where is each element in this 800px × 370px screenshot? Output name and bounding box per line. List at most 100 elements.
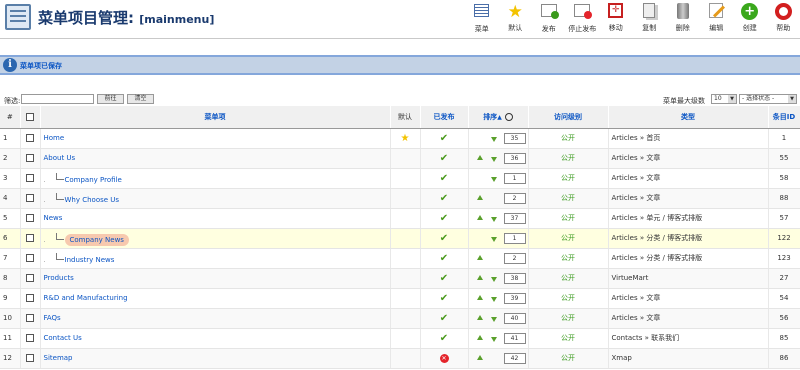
move-up-icon[interactable] [476,154,483,160]
table-row[interactable]: 7. Industry News ✔ 2 公开 Articles » 分类 / 博客式排版… [0,248,800,269]
table-row[interactable]: 9 R&D and Manufacturing ✔ 39 公开 Articles » 文章… [0,288,800,309]
move-up-icon[interactable] [476,214,483,220]
max-levels-select[interactable]: 10 ▼ [711,94,737,104]
move-down-icon[interactable] [490,176,497,182]
default-button[interactable]: ★ 默认 [499,2,533,36]
menu-item-link[interactable]: Sitemap [44,354,73,362]
row-checkbox[interactable] [20,328,41,349]
order-input[interactable]: 2 [503,192,526,204]
row-checkbox[interactable] [20,188,41,209]
row-access[interactable]: 公开 [528,228,609,249]
order-input[interactable]: 2 [503,252,526,264]
col-access[interactable]: 访问级别 [528,106,609,129]
state-select[interactable]: - 选择状态 - ▼ [739,94,797,104]
move-down-icon[interactable] [490,136,497,142]
published-check-icon[interactable]: ✔ [440,293,448,304]
order-input[interactable]: 39 [503,292,526,304]
published-check-icon[interactable]: ✔ [440,173,448,184]
row-checkbox[interactable] [20,288,41,309]
published-check-icon[interactable]: ✔ [440,313,448,324]
order-input[interactable]: 38 [503,272,526,284]
table-row[interactable]: 8 Products ✔ 38 公开 VirtueMart 27 [0,268,800,289]
publish-button[interactable]: 发布 [532,2,566,36]
move-button[interactable]: ✛ 移动 [599,2,633,36]
row-checkbox[interactable] [20,168,41,189]
order-input[interactable]: 41 [503,332,526,344]
row-access[interactable]: 公开 [528,308,609,329]
published-check-icon[interactable]: ✔ [440,273,448,284]
row-access[interactable]: 公开 [528,188,609,209]
move-up-icon[interactable] [476,274,483,280]
col-published[interactable]: 已发布 [420,106,469,129]
row-access[interactable]: 公开 [528,168,609,189]
row-checkbox[interactable] [20,228,41,249]
table-row[interactable]: 11 Contact Us ✔ 41 公开 Contacts » 联系我们 85 [0,328,800,349]
move-down-icon[interactable] [490,316,497,322]
col-order[interactable]: 排序▲ [468,106,529,129]
published-check-icon[interactable]: ✔ [440,333,448,344]
row-checkbox[interactable] [20,268,41,289]
copy-button[interactable]: 复制 [633,2,667,36]
published-check-icon[interactable]: ✔ [440,213,448,224]
menu-button[interactable]: 菜单 [465,2,499,36]
select-all-checkbox[interactable] [20,106,41,129]
table-row[interactable]: 6. Company News ✔ 1 公开 Articles » 分类 / 博客式排版 1… [0,228,800,249]
row-checkbox[interactable] [20,148,41,169]
menu-item-link[interactable]: Company Profile [65,176,122,184]
row-access[interactable]: 公开 [528,288,609,309]
move-down-icon[interactable] [490,296,497,302]
menu-item-link[interactable]: Products [44,274,74,282]
row-checkbox[interactable] [20,248,41,269]
move-up-icon[interactable] [476,254,483,260]
order-input[interactable]: 36 [503,152,526,164]
table-row[interactable]: 12 Sitemap ✕ 42 公开 Xmap 86 [0,348,800,369]
menu-item-link[interactable]: Why Choose Us [65,196,120,204]
table-row[interactable]: 5 News ✔ 37 公开 Articles » 单元 / 博客式排版 57 [0,208,800,229]
menu-item-link[interactable]: FAQs [44,314,61,322]
edit-button[interactable]: 编辑 [700,2,734,36]
table-row[interactable]: 3. Company Profile ✔ 1 公开 Articles » 文章 58 [0,168,800,189]
save-order-icon[interactable] [504,112,513,121]
menu-item-link[interactable]: Company News [64,233,129,246]
new-button[interactable]: + 创建 [733,2,767,36]
move-up-icon[interactable] [476,294,483,300]
row-checkbox[interactable] [20,128,41,149]
col-id[interactable]: 条目ID [768,106,800,129]
row-access[interactable]: 公开 [528,208,609,229]
unpublish-button[interactable]: 停止发布 [566,2,600,36]
menu-item-link[interactable]: Home [44,134,65,142]
move-down-icon[interactable] [490,276,497,282]
unpublished-x-icon[interactable]: ✕ [439,353,449,363]
table-row[interactable]: 10 FAQs ✔ 40 公开 Articles » 文章 56 [0,308,800,329]
move-down-icon[interactable] [490,236,497,242]
col-title[interactable]: 菜单项 [40,106,391,129]
move-up-icon[interactable] [476,314,483,320]
order-input[interactable]: 37 [503,212,526,224]
menu-item-link[interactable]: News [44,214,63,222]
move-up-icon[interactable] [476,194,483,200]
row-checkbox[interactable] [20,348,41,369]
order-input[interactable]: 42 [503,352,526,364]
order-input[interactable]: 40 [503,312,526,324]
row-checkbox[interactable] [20,308,41,329]
row-access[interactable]: 公开 [528,128,609,149]
table-row[interactable]: 4. Why Choose Us ✔ 2 公开 Articles » 文章 88 [0,188,800,209]
published-check-icon[interactable]: ✔ [440,133,448,144]
published-check-icon[interactable]: ✔ [440,253,448,264]
row-access[interactable]: 公开 [528,148,609,169]
published-check-icon[interactable]: ✔ [440,233,448,244]
table-row[interactable]: 2 About Us ✔ 36 公开 Articles » 文章 55 [0,148,800,169]
order-input[interactable]: 1 [503,232,526,244]
published-check-icon[interactable]: ✔ [440,153,448,164]
menu-item-link[interactable]: R&D and Manufacturing [44,294,128,302]
published-check-icon[interactable]: ✔ [440,193,448,204]
move-down-icon[interactable] [490,216,497,222]
trash-button[interactable]: 删除 [666,2,700,36]
row-checkbox[interactable] [20,208,41,229]
menu-item-link[interactable]: Contact Us [44,334,82,342]
row-access[interactable]: 公开 [528,248,609,269]
order-input[interactable]: 35 [503,132,526,144]
move-down-icon[interactable] [490,156,497,162]
move-down-icon[interactable] [490,336,497,342]
row-access[interactable]: 公开 [528,328,609,349]
